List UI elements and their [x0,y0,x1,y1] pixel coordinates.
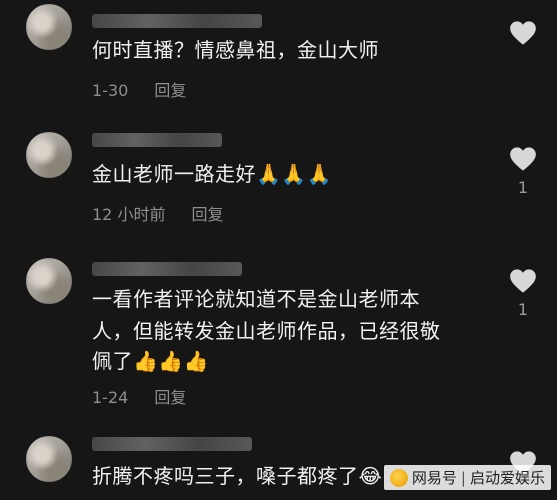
comment-text: 何时直播？情感鼻祖，金山大师 [92,38,379,62]
watermark-source: 网易号 [411,469,457,487]
username-redacted [92,133,222,147]
comment-text: 折腾不疼吗三子，嗓子都疼了😂 [92,464,383,488]
heart-icon [510,269,536,293]
heart-icon [510,21,536,45]
avatar[interactable] [26,258,72,304]
watermark: 网易号 | 启动爱娱乐 [383,465,551,490]
comment-meta: 1-30 回复 [92,77,186,101]
comment-text: 金山老师一路走好🙏🙏🙏 [92,162,333,186]
like-button[interactable]: 1 [508,146,538,197]
comment-time: 1-24 [92,388,129,407]
comment-time: 12 小时前 [92,205,166,224]
comment-meta: 1-24 回复 [92,384,186,408]
comment-meta: 12 小时前 回复 [92,201,223,225]
like-count: 1 [517,178,529,197]
like-button[interactable]: 1 [508,268,538,319]
comment-text-line-1: 一看作者评论就知道不是金山老师本 [92,287,420,311]
reply-button[interactable]: 回复 [154,81,186,100]
reply-button[interactable]: 回复 [191,205,223,224]
like-button[interactable] [508,20,538,52]
heart-icon [510,147,536,171]
avatar[interactable] [26,436,72,482]
reply-button[interactable]: 回复 [154,388,186,407]
username-redacted [92,262,242,276]
netease-logo-icon [389,468,408,487]
avatar[interactable] [26,132,72,178]
avatar[interactable] [26,4,72,50]
username-redacted [92,14,262,28]
like-count: 1 [517,300,529,319]
comment-text-line-2: 人，但能转发金山老师作品，已经很敬 [92,319,441,343]
username-redacted [92,437,252,451]
watermark-author: 启动爱娱乐 [469,469,545,487]
comment-text-line-3: 佩了👍👍👍 [92,349,210,373]
comment-time: 1-30 [92,81,129,100]
